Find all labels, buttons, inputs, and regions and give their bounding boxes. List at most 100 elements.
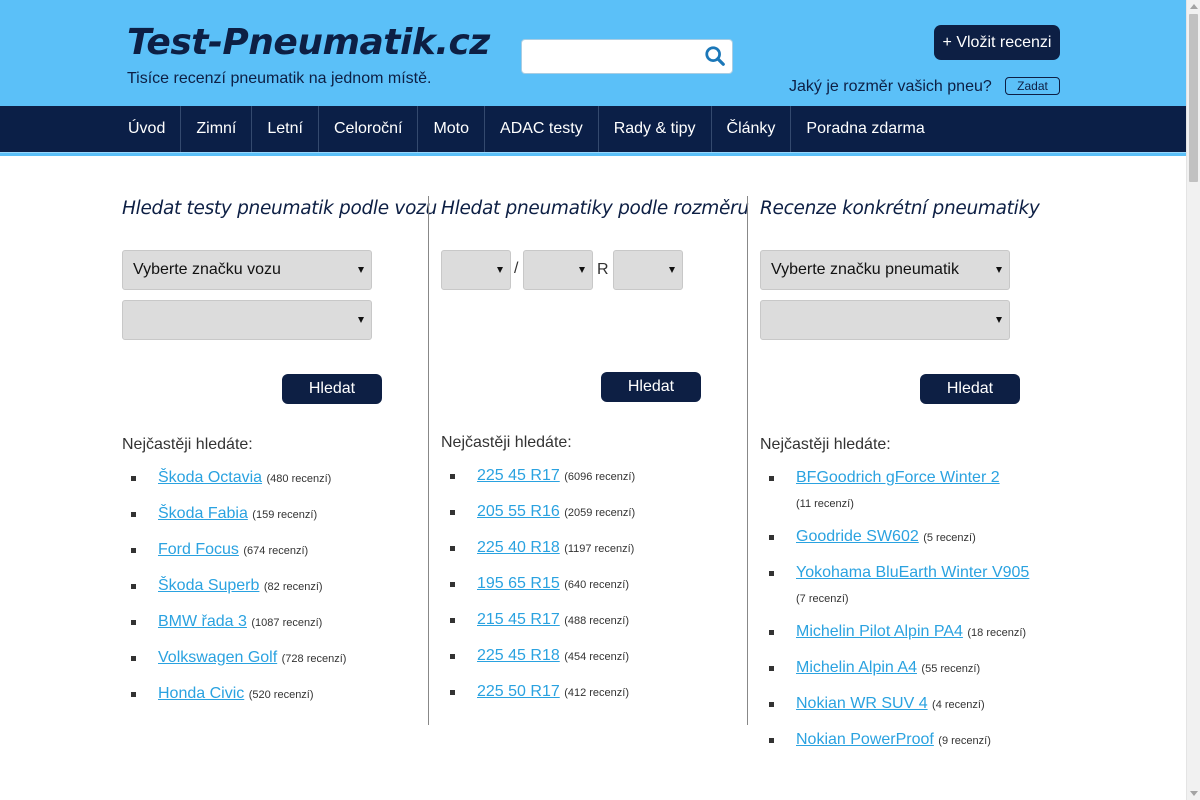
review-count: (11 recenzí) <box>796 498 854 510</box>
review-count: (412 recenzí) <box>564 687 629 699</box>
list-item: Michelin Alpin A4 (55 recenzí) <box>760 658 1060 679</box>
list-item: BMW řada 3 (1087 recenzí) <box>122 612 346 633</box>
frequent-search-link[interactable]: Nokian WR SUV 4 <box>796 695 928 712</box>
frequent-search-link[interactable]: 215 45 R17 <box>477 611 560 628</box>
review-count: (18 recenzí) <box>967 627 1027 639</box>
list-item: Škoda Superb (82 recenzí) <box>122 576 346 597</box>
site-header: Test-Pneumatik.cz Tisíce recenzí pneumat… <box>0 0 1186 106</box>
scroll-up-arrow-icon[interactable] <box>1190 4 1198 9</box>
review-count: (159 recenzí) <box>252 509 318 521</box>
list-item: Škoda Octavia (480 recenzí) <box>122 468 346 489</box>
scroll-down-arrow-icon[interactable] <box>1190 791 1198 796</box>
frequent-searches-title: Nejčastěji hledáte: <box>760 436 891 453</box>
review-count: (7 recenzí) <box>796 593 849 605</box>
size-slash: / <box>514 260 519 277</box>
list-item: 225 45 R18 (454 recenzí) <box>441 646 635 667</box>
nav-item[interactable]: Celoroční <box>317 106 417 152</box>
list-item: Yokohama BluEarth Winter V905 (7 recenzí… <box>760 563 1060 612</box>
frequent-search-link[interactable]: Honda Civic <box>158 685 244 702</box>
enter-size-button[interactable]: Zadat <box>1005 77 1060 95</box>
list-item: Michelin Pilot Alpin PA4 (18 recenzí) <box>760 622 1060 643</box>
tire-profile-select[interactable] <box>523 250 593 290</box>
frequent-car-list: Škoda Octavia (480 recenzí) Škoda Fabia (… <box>122 468 346 720</box>
car-model-select[interactable] <box>122 300 372 340</box>
column-divider <box>747 196 748 725</box>
frequent-search-link[interactable]: 225 45 R18 <box>477 647 560 664</box>
frequent-search-link[interactable]: Škoda Fabia <box>158 505 248 522</box>
frequent-tire-list: BFGoodrich gForce Winter 2 (11 recenzí) G… <box>760 468 1060 766</box>
list-item: Nokian WR SUV 4 (4 recenzí) <box>760 694 1060 715</box>
review-count: (488 recenzí) <box>564 615 629 627</box>
frequent-search-link[interactable]: BFGoodrich gForce Winter 2 <box>796 469 1000 486</box>
tire-model-select[interactable] <box>760 300 1010 340</box>
tire-width-select[interactable] <box>441 250 511 290</box>
main-nav: Úvod Zimní Letní Celoroční Moto ADAC testy Rad… <box>0 106 1186 152</box>
nav-item[interactable]: Články <box>710 106 791 152</box>
frequent-search-link[interactable]: Škoda Octavia <box>158 469 262 486</box>
nav-item[interactable]: Zimní <box>180 106 251 152</box>
review-count: (454 recenzí) <box>564 651 629 663</box>
tire-brand-select[interactable]: Vyberte značku pneumatik <box>760 250 1010 290</box>
frequent-search-link[interactable]: Volkswagen Golf <box>158 649 277 666</box>
list-item: 225 50 R17 (412 recenzí) <box>441 682 635 703</box>
search-size-button[interactable]: Hledat <box>601 372 701 402</box>
review-count: (4 recenzí) <box>932 699 985 711</box>
dropdown-arrow-icon <box>358 267 364 273</box>
review-count: (480 recenzí) <box>266 473 332 485</box>
tire-rim-select[interactable] <box>613 250 683 290</box>
frequent-search-link[interactable]: Yokohama BluEarth Winter V905 <box>796 564 1029 581</box>
list-item: BFGoodrich gForce Winter 2 (11 recenzí) <box>760 468 1060 517</box>
list-item: Honda Civic (520 recenzí) <box>122 684 346 705</box>
list-item: Nokian PowerProof (9 recenzí) <box>760 730 1060 751</box>
frequent-search-link[interactable]: 225 50 R17 <box>477 683 560 700</box>
nav-item[interactable]: Moto <box>417 106 484 152</box>
frequent-search-link[interactable]: 195 65 R15 <box>477 575 560 592</box>
list-item: Goodride SW602 (5 recenzí) <box>760 527 1060 548</box>
dropdown-arrow-icon <box>669 267 675 273</box>
review-count: (520 recenzí) <box>248 689 314 701</box>
frequent-search-link[interactable]: Goodride SW602 <box>796 528 919 545</box>
frequent-search-link[interactable]: BMW řada 3 <box>158 613 247 630</box>
site-logo[interactable]: Test-Pneumatik.cz <box>127 22 490 63</box>
nav-item[interactable]: Úvod <box>113 106 180 152</box>
search-by-car-section: Hledat testy pneumatik podle vozu <box>122 196 437 219</box>
frequent-search-link[interactable]: Michelin Alpin A4 <box>796 659 917 676</box>
frequent-size-list: 225 45 R17 (6096 recenzí) 205 55 R16 (205… <box>441 466 635 718</box>
search-input[interactable] <box>521 39 733 74</box>
nav-divider <box>0 152 1186 156</box>
scrollbar-thumb[interactable] <box>1189 14 1198 182</box>
review-count: (82 recenzí) <box>263 581 323 593</box>
site-tagline: Tisíce recenzí pneumatik na jednom místě… <box>127 70 432 87</box>
list-item: Ford Focus (674 recenzí) <box>122 540 346 561</box>
vertical-scrollbar[interactable] <box>1186 0 1200 800</box>
frequent-search-link[interactable]: 205 55 R16 <box>477 503 560 520</box>
review-count: (1087 recenzí) <box>251 617 323 629</box>
frequent-search-link[interactable]: Škoda Superb <box>158 577 259 594</box>
section-title-car: Hledat testy pneumatik podle vozu <box>122 198 437 219</box>
list-item: Škoda Fabia (159 recenzí) <box>122 504 346 525</box>
dropdown-arrow-icon <box>358 317 364 323</box>
section-title-tire: Recenze konkrétní pneumatiky <box>760 198 1040 219</box>
nav-item[interactable]: Poradna zdarma <box>790 106 939 152</box>
nav-item[interactable]: Rady & tipy <box>597 106 711 152</box>
frequent-search-link[interactable]: Nokian PowerProof <box>796 731 934 748</box>
nav-item[interactable]: ADAC testy <box>484 106 598 152</box>
search-icon[interactable] <box>704 45 726 67</box>
section-title-size: Hledat pneumatiky podle rozměru <box>441 198 749 219</box>
search-by-size-section: Hledat pneumatiky podle rozměru <box>441 196 749 219</box>
frequent-search-link[interactable]: 225 45 R17 <box>477 467 560 484</box>
car-brand-select[interactable]: Vyberte značku vozu <box>122 250 372 290</box>
dropdown-arrow-icon <box>996 317 1002 323</box>
frequent-search-link[interactable]: 225 40 R18 <box>477 539 560 556</box>
add-review-button[interactable]: + Vložit recenzi <box>934 25 1060 60</box>
review-count: (1197 recenzí) <box>564 543 635 555</box>
review-count: (640 recenzí) <box>564 579 629 591</box>
frequent-search-link[interactable]: Ford Focus <box>158 541 239 558</box>
review-count: (2059 recenzí) <box>564 507 636 519</box>
dropdown-arrow-icon <box>497 267 503 273</box>
nav-item[interactable]: Letní <box>251 106 318 152</box>
review-count: (674 recenzí) <box>243 545 309 557</box>
search-car-button[interactable]: Hledat <box>282 374 382 404</box>
search-tire-button[interactable]: Hledat <box>920 374 1020 404</box>
frequent-search-link[interactable]: Michelin Pilot Alpin PA4 <box>796 623 963 640</box>
